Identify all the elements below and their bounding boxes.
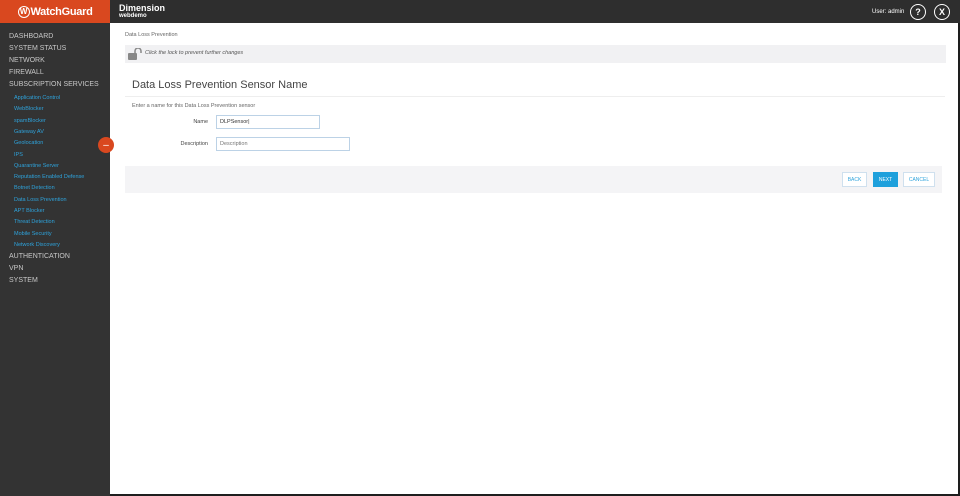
sidebar-item-network[interactable]: NETWORK	[9, 57, 45, 64]
description-label: Description	[180, 141, 208, 147]
sidebar-item-dashboard[interactable]: DASHBOARD	[9, 33, 53, 40]
sidebar-item-firewall[interactable]: FIREWALL	[9, 69, 44, 76]
sidebar-item-subscription-services[interactable]: SUBSCRIPTION SERVICES	[9, 81, 99, 88]
lock-text: Click the lock to prevent further change…	[145, 50, 244, 56]
sidebar: DASHBOARD SYSTEM STATUS NETWORK FIREWALL…	[0, 23, 110, 496]
main-content: Data Loss Prevention Click the lock to p…	[110, 23, 958, 494]
cancel-button[interactable]: CANCEL	[903, 172, 935, 187]
watchguard-logo: W WatchGuard	[0, 0, 110, 23]
logo-text: WatchGuard	[30, 5, 93, 18]
user-label: User: admin	[872, 9, 905, 15]
device-name: webdemo	[119, 13, 147, 19]
help-icon[interactable]: ?	[910, 4, 926, 20]
sidebar-subitem[interactable]: Threat Detection	[14, 219, 55, 225]
divider	[125, 96, 945, 97]
sidebar-item-system[interactable]: SYSTEM	[9, 277, 38, 284]
header-bar: W WatchGuard Dimension webdemo User: admi…	[0, 0, 960, 23]
sidebar-subitem[interactable]: Reputation Enabled Defense	[14, 174, 84, 180]
sidebar-subitem[interactable]: spamBlocker	[14, 118, 46, 124]
app-title: Dimension	[119, 3, 166, 13]
sidebar-subitem[interactable]: Geolocation	[14, 140, 43, 146]
collapse-sidebar-button[interactable]: –	[98, 137, 114, 153]
next-button[interactable]: NEXT	[873, 172, 898, 187]
back-button[interactable]: BACK	[842, 172, 867, 187]
sidebar-item-vpn[interactable]: VPN	[9, 265, 23, 272]
sidebar-subitem[interactable]: APT Blocker	[14, 208, 44, 214]
close-icon[interactable]: X	[934, 4, 950, 20]
lock-bar: Click the lock to prevent further change…	[125, 45, 946, 63]
sidebar-subitem-active[interactable]: Data Loss Prevention	[14, 197, 67, 203]
page-title: Data Loss Prevention Sensor Name	[132, 79, 308, 91]
breadcrumb: Data Loss Prevention	[125, 32, 178, 38]
sidebar-subitem[interactable]: Quarantine Server	[14, 163, 59, 169]
description-input[interactable]	[216, 137, 350, 151]
sidebar-subitem[interactable]: IPS	[14, 152, 23, 158]
sidebar-subitem[interactable]: Gateway AV	[14, 129, 44, 135]
sidebar-subitem[interactable]: Application Control	[14, 95, 60, 101]
sidebar-subitem[interactable]: Mobile Security	[14, 231, 52, 237]
wizard-footer: BACK NEXT CANCEL	[125, 166, 942, 193]
sidebar-subitem[interactable]: Network Discovery	[14, 242, 60, 248]
sidebar-item-system-status[interactable]: SYSTEM STATUS	[9, 45, 66, 52]
name-input[interactable]	[216, 115, 320, 129]
sidebar-subitem[interactable]: Botnet Detection	[14, 185, 55, 191]
instructions: Enter a name for this Data Loss Preventi…	[132, 103, 256, 109]
sidebar-item-authentication[interactable]: AUTHENTICATION	[9, 253, 70, 260]
name-label: Name	[193, 119, 208, 125]
unlock-icon[interactable]	[128, 48, 142, 60]
sidebar-subitem[interactable]: WebBlocker	[14, 106, 44, 112]
